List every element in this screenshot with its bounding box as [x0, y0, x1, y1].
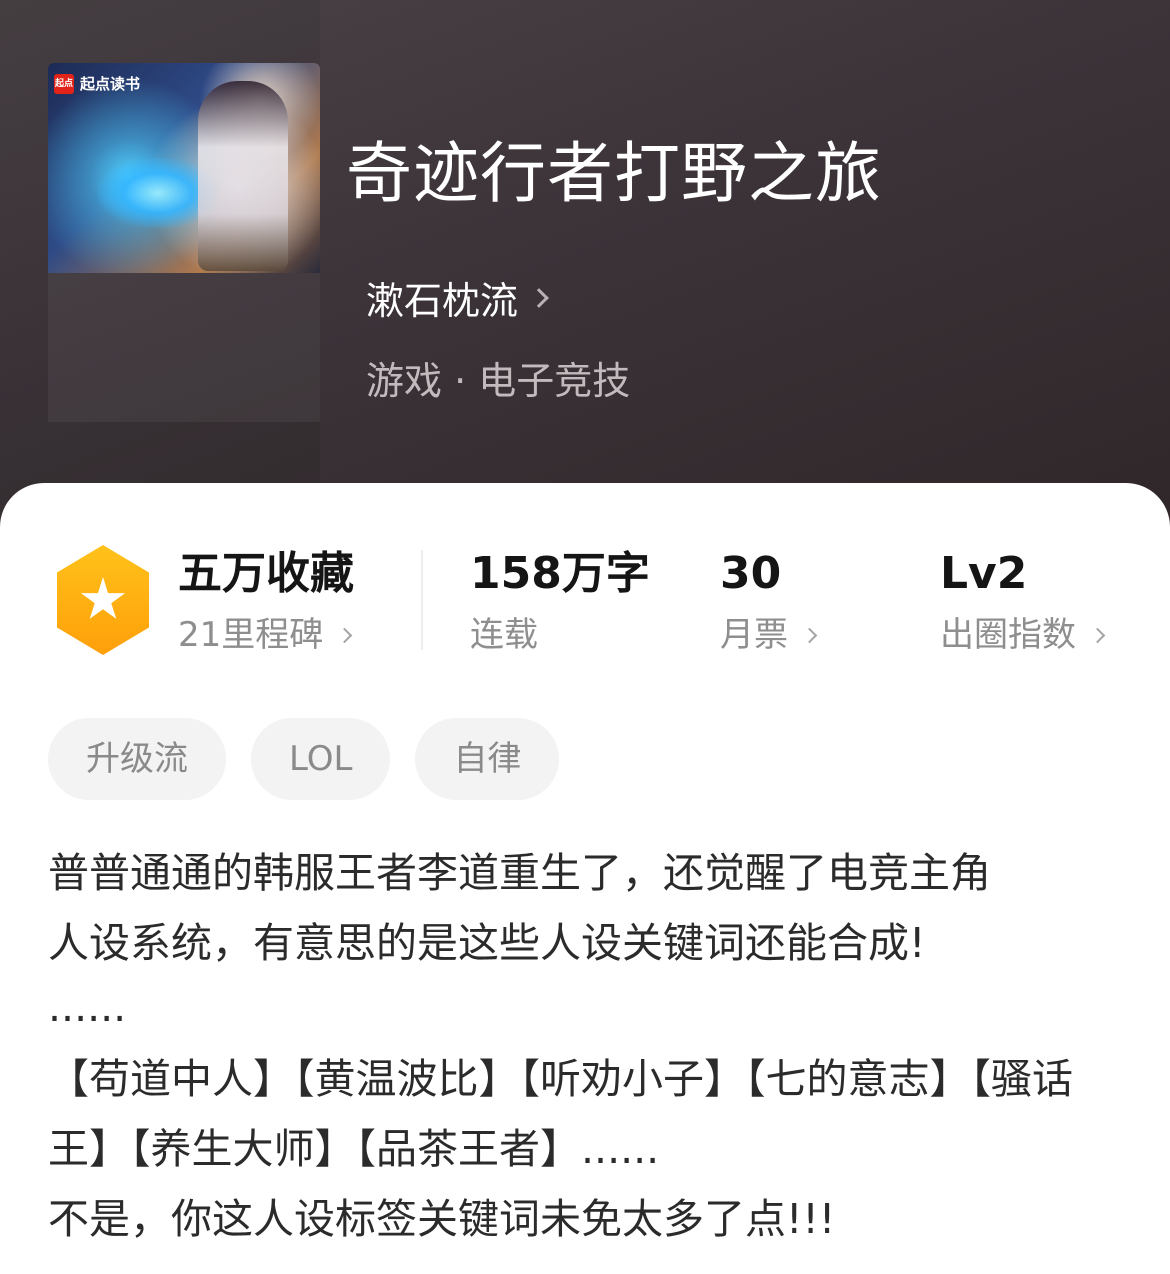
chevron-right-icon [1089, 627, 1106, 643]
popularity-level-label: 出圈指数 [940, 615, 1106, 655]
book-cover-image[interactable]: 起点 起点读书 [48, 63, 320, 273]
popularity-index-stat[interactable]: Lv2 出圈指数 [940, 548, 1106, 655]
monthly-votes-stat[interactable]: 30 月票 [720, 548, 818, 655]
author-name: 漱石枕流 [366, 279, 519, 323]
milestone-stat[interactable]: 五万收藏 21里程碑 [178, 548, 354, 653]
cover-reflection [48, 272, 320, 422]
word-count-label-text: 连载 [470, 615, 538, 655]
tag-chip[interactable]: 自律 [415, 718, 560, 800]
word-count-label: 连载 [470, 618, 650, 652]
milestone-title: 五万收藏 [178, 548, 354, 599]
cover-brand-text: 起点读书 [80, 75, 141, 93]
chevron-right-icon [801, 627, 818, 643]
cover-character-art [198, 81, 288, 271]
author-link[interactable]: 漱石枕流 [366, 270, 549, 325]
description-line: 【苟道中人】【黄温波比】【听劝小子】【七的意志】【骚话 [48, 1055, 1073, 1103]
book-description[interactable]: 普普通通的韩服王者李道重生了，还觉醒了电竞主角 人设系统，有意思的是这些人设关键… [48, 838, 1128, 1254]
monthly-votes-value: 30 [720, 548, 782, 599]
description-line: ...... [48, 983, 127, 1031]
tag-chip[interactable]: LOL [251, 718, 391, 800]
milestone-sub: 21里程碑 [178, 618, 354, 652]
qidian-logo-icon: 起点 [54, 73, 74, 94]
tag-list: 升级流 LOL 自律 [48, 718, 560, 800]
monthly-votes-label-text: 月票 [720, 615, 788, 655]
description-line: 王】【养生大师】【品茶王者】...... [48, 1125, 660, 1173]
description-line: 人设系统，有意思的是这些人设关键词还能合成! [48, 919, 926, 967]
milestone-sub-text: 21里程碑 [178, 615, 324, 655]
cover-brand-badge: 起点 起点读书 [54, 73, 140, 94]
description-line: 普普通通的韩服王者李道重生了，还觉醒了电竞主角 [48, 849, 991, 897]
word-count-stat: 158万字 连载 [470, 548, 650, 653]
popularity-level-value: Lv2 [940, 548, 1028, 599]
book-title: 奇迹行者打野之旅 [346, 135, 882, 212]
chevron-right-icon [336, 627, 353, 643]
monthly-votes-label: 月票 [720, 615, 818, 655]
tag-chip[interactable]: 升级流 [48, 718, 226, 800]
book-header: 起点 起点读书 奇迹行者打野之旅 漱石枕流 游戏 · 电子竞技 [0, 0, 1170, 560]
description-line: 不是，你这人设标签关键词未免太多了点!!! [48, 1195, 836, 1243]
chevron-right-icon [529, 287, 549, 308]
popularity-level-label-text: 出圈指数 [940, 615, 1076, 655]
star-icon [80, 577, 126, 619]
book-genre: 游戏 · 电子竞技 [366, 359, 631, 403]
stats-divider [421, 550, 423, 650]
word-count-value: 158万字 [470, 548, 650, 599]
